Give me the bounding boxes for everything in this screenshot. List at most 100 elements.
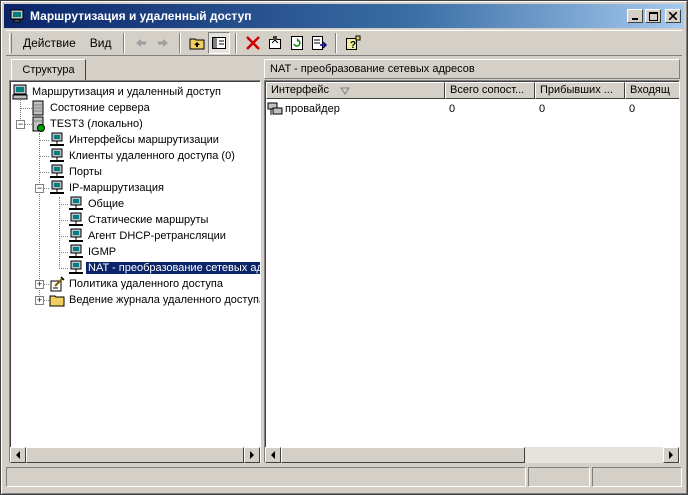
scroll-left-arrow-icon bbox=[16, 451, 20, 459]
tree-expander-ip-routing[interactable]: − bbox=[35, 184, 44, 193]
tree-item-label: Порты bbox=[69, 166, 102, 178]
column-header-incoming[interactable]: Входящ bbox=[625, 82, 679, 99]
tab-structure[interactable]: Структура bbox=[11, 59, 86, 81]
column-header-inbound[interactable]: Прибывших ... bbox=[535, 82, 625, 99]
back-button[interactable] bbox=[130, 32, 152, 54]
details-list[interactable]: Интерфейс Всего сопост... Прибывших ... … bbox=[264, 80, 680, 463]
tree-item-ip-routing[interactable]: IP-маршрутизация bbox=[49, 180, 166, 196]
menu-action[interactable]: Действие bbox=[16, 33, 83, 53]
tree-connector bbox=[59, 197, 60, 269]
toolbar-separator bbox=[235, 33, 238, 53]
tree-item-igmp[interactable]: IGMP bbox=[68, 244, 118, 260]
title-bar[interactable]: Маршрутизация и удаленный доступ bbox=[4, 4, 684, 28]
tree-horizontal-scrollbar[interactable] bbox=[10, 447, 260, 463]
network-icon bbox=[69, 260, 83, 274]
network-icon bbox=[50, 148, 64, 162]
scroll-thumb[interactable] bbox=[26, 447, 244, 463]
tree-item-nat[interactable]: NAT - преобразование сетевых адресов bbox=[68, 260, 260, 276]
column-header-interface[interactable]: Интерфейс bbox=[266, 82, 445, 99]
tree-item-label: TEST3 (локально) bbox=[50, 118, 143, 130]
main-window: Маршрутизация и удаленный доступ Действи… bbox=[0, 0, 688, 495]
tree-item-routing-interfaces[interactable]: Интерфейсы маршрутизации bbox=[49, 132, 221, 148]
tree-expander-logging[interactable]: + bbox=[35, 296, 44, 305]
details-pane-title: NAT - преобразование сетевых адресов bbox=[270, 63, 475, 75]
refresh-button[interactable] bbox=[286, 32, 308, 54]
toolbar-separator bbox=[179, 33, 182, 53]
maximize-button[interactable] bbox=[645, 9, 661, 23]
window-title: Маршрутизация и удаленный доступ bbox=[30, 9, 252, 23]
tree-item-root[interactable]: Маршрутизация и удаленный доступ bbox=[12, 84, 223, 100]
tree-item-static-routes[interactable]: Статические маршруты bbox=[68, 212, 210, 228]
column-header-label: Прибывших ... bbox=[540, 84, 613, 96]
tree-item-test3[interactable]: TEST3 (локально) bbox=[30, 116, 145, 132]
policy-icon bbox=[50, 276, 65, 292]
up-folder-icon bbox=[189, 38, 205, 50]
network-interface-icon bbox=[267, 102, 283, 115]
scroll-thumb[interactable] bbox=[281, 447, 525, 463]
tree-item-label: Статические маршруты bbox=[88, 214, 209, 226]
scroll-left-button[interactable] bbox=[265, 447, 281, 463]
toolbar: Действие Вид ? bbox=[6, 30, 682, 56]
scroll-right-button[interactable] bbox=[244, 447, 260, 463]
status-panel-secondary bbox=[528, 467, 590, 487]
column-header-total-mappings[interactable]: Всего сопост... bbox=[445, 82, 535, 99]
up-level-button[interactable] bbox=[186, 32, 208, 54]
tree-item-remote-logging[interactable]: Ведение журнала удаленного доступа bbox=[49, 292, 261, 308]
list-horizontal-scrollbar[interactable] bbox=[265, 447, 679, 463]
scroll-track[interactable] bbox=[525, 447, 663, 463]
tree-item-label: Общие bbox=[88, 198, 125, 210]
tree-tab-strip: Структура bbox=[9, 59, 261, 81]
tree-item-dhcp-relay[interactable]: Агент DHCP-ретрансляции bbox=[68, 228, 228, 244]
tab-structure-label: Структура bbox=[22, 64, 75, 76]
delete-button[interactable] bbox=[242, 32, 264, 54]
tree-item-label: Агент DHCP-ретрансляции bbox=[88, 230, 226, 242]
tree-expander-test3[interactable]: − bbox=[16, 120, 25, 129]
export-list-button[interactable] bbox=[308, 32, 330, 54]
tree-item-remote-policy[interactable]: Политика удаленного доступа bbox=[49, 276, 225, 292]
tree-item-label: Ведение журнала удаленного доступа bbox=[69, 294, 261, 306]
sort-descending-icon bbox=[340, 87, 350, 95]
close-button[interactable] bbox=[665, 9, 681, 23]
tree-expander-policy[interactable]: + bbox=[35, 280, 44, 289]
network-icon bbox=[69, 196, 83, 210]
svg-text:?: ? bbox=[350, 40, 356, 51]
tree-item-label: Политика удаленного доступа bbox=[69, 278, 223, 290]
help-button[interactable]: ? bbox=[342, 32, 364, 54]
show-hide-tree-button[interactable] bbox=[208, 32, 231, 54]
tree-item-label: IP-маршрутизация bbox=[69, 182, 164, 194]
maximize-icon bbox=[648, 11, 658, 21]
tree-item-general[interactable]: Общие bbox=[68, 196, 126, 212]
tree-connector bbox=[59, 220, 68, 221]
toolbar-grip[interactable] bbox=[9, 33, 12, 53]
toolbar-separator bbox=[123, 33, 126, 53]
network-icon bbox=[50, 180, 64, 194]
network-icon bbox=[69, 228, 83, 242]
menu-view[interactable]: Вид bbox=[83, 33, 119, 53]
tree-item-server-status[interactable]: Состояние сервера bbox=[30, 100, 152, 116]
list-item[interactable]: провайдер 0 0 0 bbox=[267, 101, 669, 117]
minimize-button[interactable] bbox=[627, 9, 643, 23]
scroll-right-button[interactable] bbox=[663, 447, 679, 463]
status-panel-tertiary bbox=[592, 467, 682, 487]
tree-item-remote-clients[interactable]: Клиенты удаленного доступа (0) bbox=[49, 148, 237, 164]
status-bar bbox=[6, 467, 682, 487]
back-arrow-icon bbox=[136, 39, 147, 47]
tree-connector bbox=[59, 236, 68, 237]
forward-button[interactable] bbox=[152, 32, 174, 54]
server-icon bbox=[32, 100, 44, 116]
column-header-label: Входящ bbox=[630, 84, 670, 96]
tree-item-ports[interactable]: Порты bbox=[49, 164, 104, 180]
tree-item-label: Клиенты удаленного доступа (0) bbox=[69, 150, 235, 162]
tree-connector bbox=[39, 172, 49, 173]
properties-button[interactable] bbox=[264, 32, 286, 54]
scroll-right-arrow-icon bbox=[669, 451, 673, 459]
network-icon bbox=[50, 164, 64, 178]
export-list-icon bbox=[312, 36, 328, 50]
tree-connector bbox=[59, 252, 68, 253]
tree-connector bbox=[59, 204, 68, 205]
scroll-left-button[interactable] bbox=[10, 447, 26, 463]
status-panel-main bbox=[6, 467, 526, 487]
console-tree[interactable]: − − + + Маршрутизация и удаленный доступ… bbox=[9, 80, 261, 463]
scroll-right-arrow-icon bbox=[250, 451, 254, 459]
refresh-icon bbox=[291, 36, 304, 50]
